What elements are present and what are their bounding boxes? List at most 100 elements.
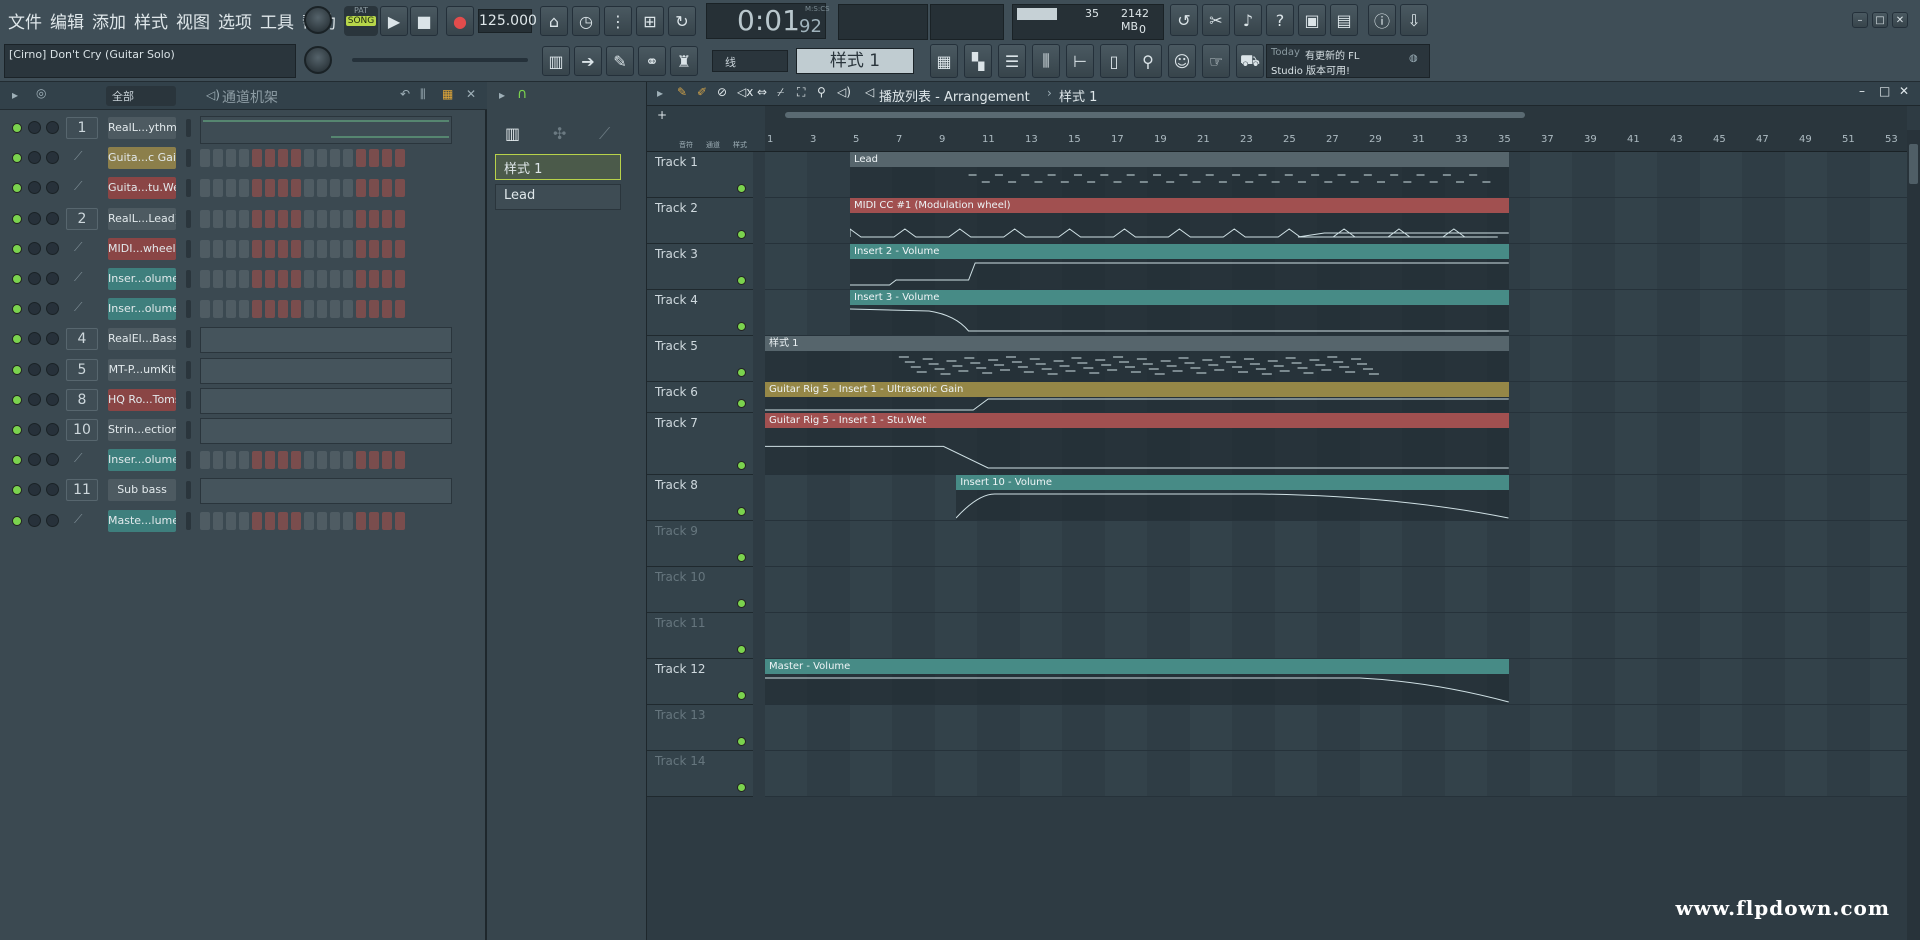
channel-select[interactable] bbox=[186, 119, 191, 137]
menu-item[interactable]: 视图 bbox=[174, 8, 212, 33]
channel-led[interactable] bbox=[12, 364, 22, 375]
user-button[interactable]: ☺ bbox=[1168, 44, 1196, 78]
step-button[interactable] bbox=[330, 300, 340, 319]
step-button[interactable] bbox=[304, 239, 314, 258]
step-button[interactable] bbox=[356, 300, 366, 319]
channel-name-button[interactable]: Inser...olume bbox=[108, 449, 176, 472]
step-button[interactable] bbox=[278, 451, 288, 470]
step-button[interactable] bbox=[291, 451, 301, 470]
track-header[interactable]: Track 11 bbox=[647, 613, 753, 659]
scroll-thumb[interactable] bbox=[785, 112, 1525, 118]
undo-button[interactable]: ↺ bbox=[1170, 4, 1198, 36]
step-button[interactable] bbox=[200, 239, 210, 258]
step-button[interactable] bbox=[343, 300, 353, 319]
step-button[interactable] bbox=[343, 270, 353, 288]
horizontal-scroll[interactable] bbox=[765, 106, 1907, 130]
track-lane[interactable] bbox=[765, 613, 1907, 659]
pan-knob[interactable] bbox=[28, 211, 41, 225]
piano-roll-window-button[interactable]: ▚ bbox=[964, 44, 992, 78]
step-button[interactable] bbox=[343, 451, 353, 470]
step-button[interactable] bbox=[369, 451, 379, 470]
channel-led[interactable] bbox=[12, 485, 22, 496]
step-button[interactable] bbox=[200, 451, 210, 470]
step-button[interactable] bbox=[395, 300, 405, 319]
menu-arrow-icon[interactable]: ▸ bbox=[12, 88, 18, 102]
channel-name-button[interactable]: Maste...lume bbox=[108, 509, 176, 532]
step-button[interactable] bbox=[356, 451, 366, 470]
step-button[interactable] bbox=[317, 209, 327, 228]
volume-knob[interactable] bbox=[46, 453, 59, 467]
track-mute-led[interactable] bbox=[737, 399, 746, 408]
step-button[interactable] bbox=[291, 239, 301, 258]
main-volume-knob[interactable] bbox=[304, 6, 332, 34]
automation-tab-icon[interactable]: ⟋ bbox=[599, 124, 610, 144]
group-filter[interactable]: 全部 bbox=[106, 86, 176, 106]
volume-knob[interactable] bbox=[46, 423, 59, 436]
step-button[interactable] bbox=[278, 270, 288, 288]
step-button[interactable] bbox=[330, 239, 340, 258]
step-button[interactable] bbox=[213, 239, 223, 258]
slice-tool-icon[interactable]: ⌿ bbox=[777, 85, 784, 100]
step-button[interactable] bbox=[291, 149, 301, 168]
pan-knob[interactable] bbox=[28, 392, 41, 406]
step-button[interactable] bbox=[395, 239, 405, 258]
channel-led[interactable] bbox=[12, 123, 22, 133]
track-mute-led[interactable] bbox=[737, 737, 746, 746]
step-button[interactable] bbox=[291, 300, 301, 319]
track-lane[interactable]: Guitar Rig 5 - Insert 1 - Stu.Wet bbox=[765, 413, 1907, 475]
time-display[interactable]: 0:01 92 M:S:CS bbox=[706, 3, 830, 39]
step-button[interactable] bbox=[369, 270, 379, 288]
save-button[interactable]: ▣ bbox=[1298, 4, 1326, 36]
step-button[interactable] bbox=[343, 179, 353, 198]
channel-led[interactable] bbox=[12, 243, 22, 254]
channel-mixer-number[interactable]: 8 bbox=[66, 388, 98, 411]
track-header[interactable]: Track 8 bbox=[647, 475, 753, 521]
step-button[interactable] bbox=[252, 270, 262, 288]
stop-button[interactable]: ■ bbox=[410, 6, 438, 36]
pencil-tool-icon[interactable]: ✎ bbox=[677, 85, 687, 99]
step-button[interactable] bbox=[252, 511, 262, 530]
view-tab[interactable]: 音符 bbox=[679, 140, 693, 150]
track-lane[interactable]: Insert 10 - Volume bbox=[765, 475, 1907, 521]
step-edit-button[interactable]: ⊞ bbox=[636, 6, 664, 36]
step-button[interactable] bbox=[395, 270, 405, 288]
channel-select[interactable] bbox=[186, 451, 191, 470]
volume-knob[interactable] bbox=[46, 272, 59, 285]
step-sequencer[interactable] bbox=[200, 208, 405, 230]
channel-empty-area[interactable] bbox=[200, 327, 452, 354]
step-button[interactable] bbox=[200, 149, 210, 168]
pan-knob[interactable] bbox=[28, 513, 41, 527]
step-button[interactable] bbox=[369, 511, 379, 530]
help-button[interactable]: ? bbox=[1266, 4, 1294, 36]
step-button[interactable] bbox=[382, 270, 392, 288]
playlist-clip[interactable]: MIDI CC #1 (Modulation wheel) bbox=[850, 198, 1509, 243]
step-button[interactable] bbox=[213, 179, 223, 198]
audio-tab-icon[interactable]: ✣ bbox=[553, 124, 566, 143]
step-button[interactable] bbox=[330, 149, 340, 168]
track-lane[interactable] bbox=[765, 521, 1907, 567]
shop-button[interactable]: ⛟ bbox=[1236, 44, 1264, 78]
track-header[interactable]: Track 1 bbox=[647, 152, 753, 198]
track-header[interactable]: Track 14 bbox=[647, 751, 753, 797]
channel-row[interactable]: 8 HQ Ro...Toms bbox=[8, 387, 460, 414]
track-mute-led[interactable] bbox=[737, 783, 746, 792]
step-button[interactable] bbox=[226, 179, 236, 198]
step-button[interactable] bbox=[239, 451, 249, 470]
track-lane[interactable]: Insert 3 - Volume bbox=[765, 290, 1907, 336]
stamp-button[interactable]: ♜ bbox=[670, 46, 698, 76]
channel-select[interactable] bbox=[186, 209, 191, 228]
channel-select[interactable] bbox=[186, 239, 191, 258]
step-button[interactable] bbox=[356, 209, 366, 228]
step-button[interactable] bbox=[213, 209, 223, 228]
pat-song-switch[interactable]: PAT SONG bbox=[344, 6, 378, 36]
step-button[interactable] bbox=[239, 179, 249, 198]
channel-name-button[interactable]: Guita...tu.Wet bbox=[108, 177, 176, 200]
track-mute-led[interactable] bbox=[737, 553, 746, 562]
channel-row[interactable]: 11 Sub bass bbox=[8, 478, 460, 505]
volume-knob[interactable] bbox=[46, 181, 59, 195]
step-button[interactable] bbox=[304, 209, 314, 228]
volume-knob[interactable] bbox=[46, 362, 59, 376]
step-button[interactable] bbox=[330, 511, 340, 530]
channel-empty-area[interactable] bbox=[200, 357, 452, 384]
channel-led[interactable] bbox=[12, 213, 22, 224]
